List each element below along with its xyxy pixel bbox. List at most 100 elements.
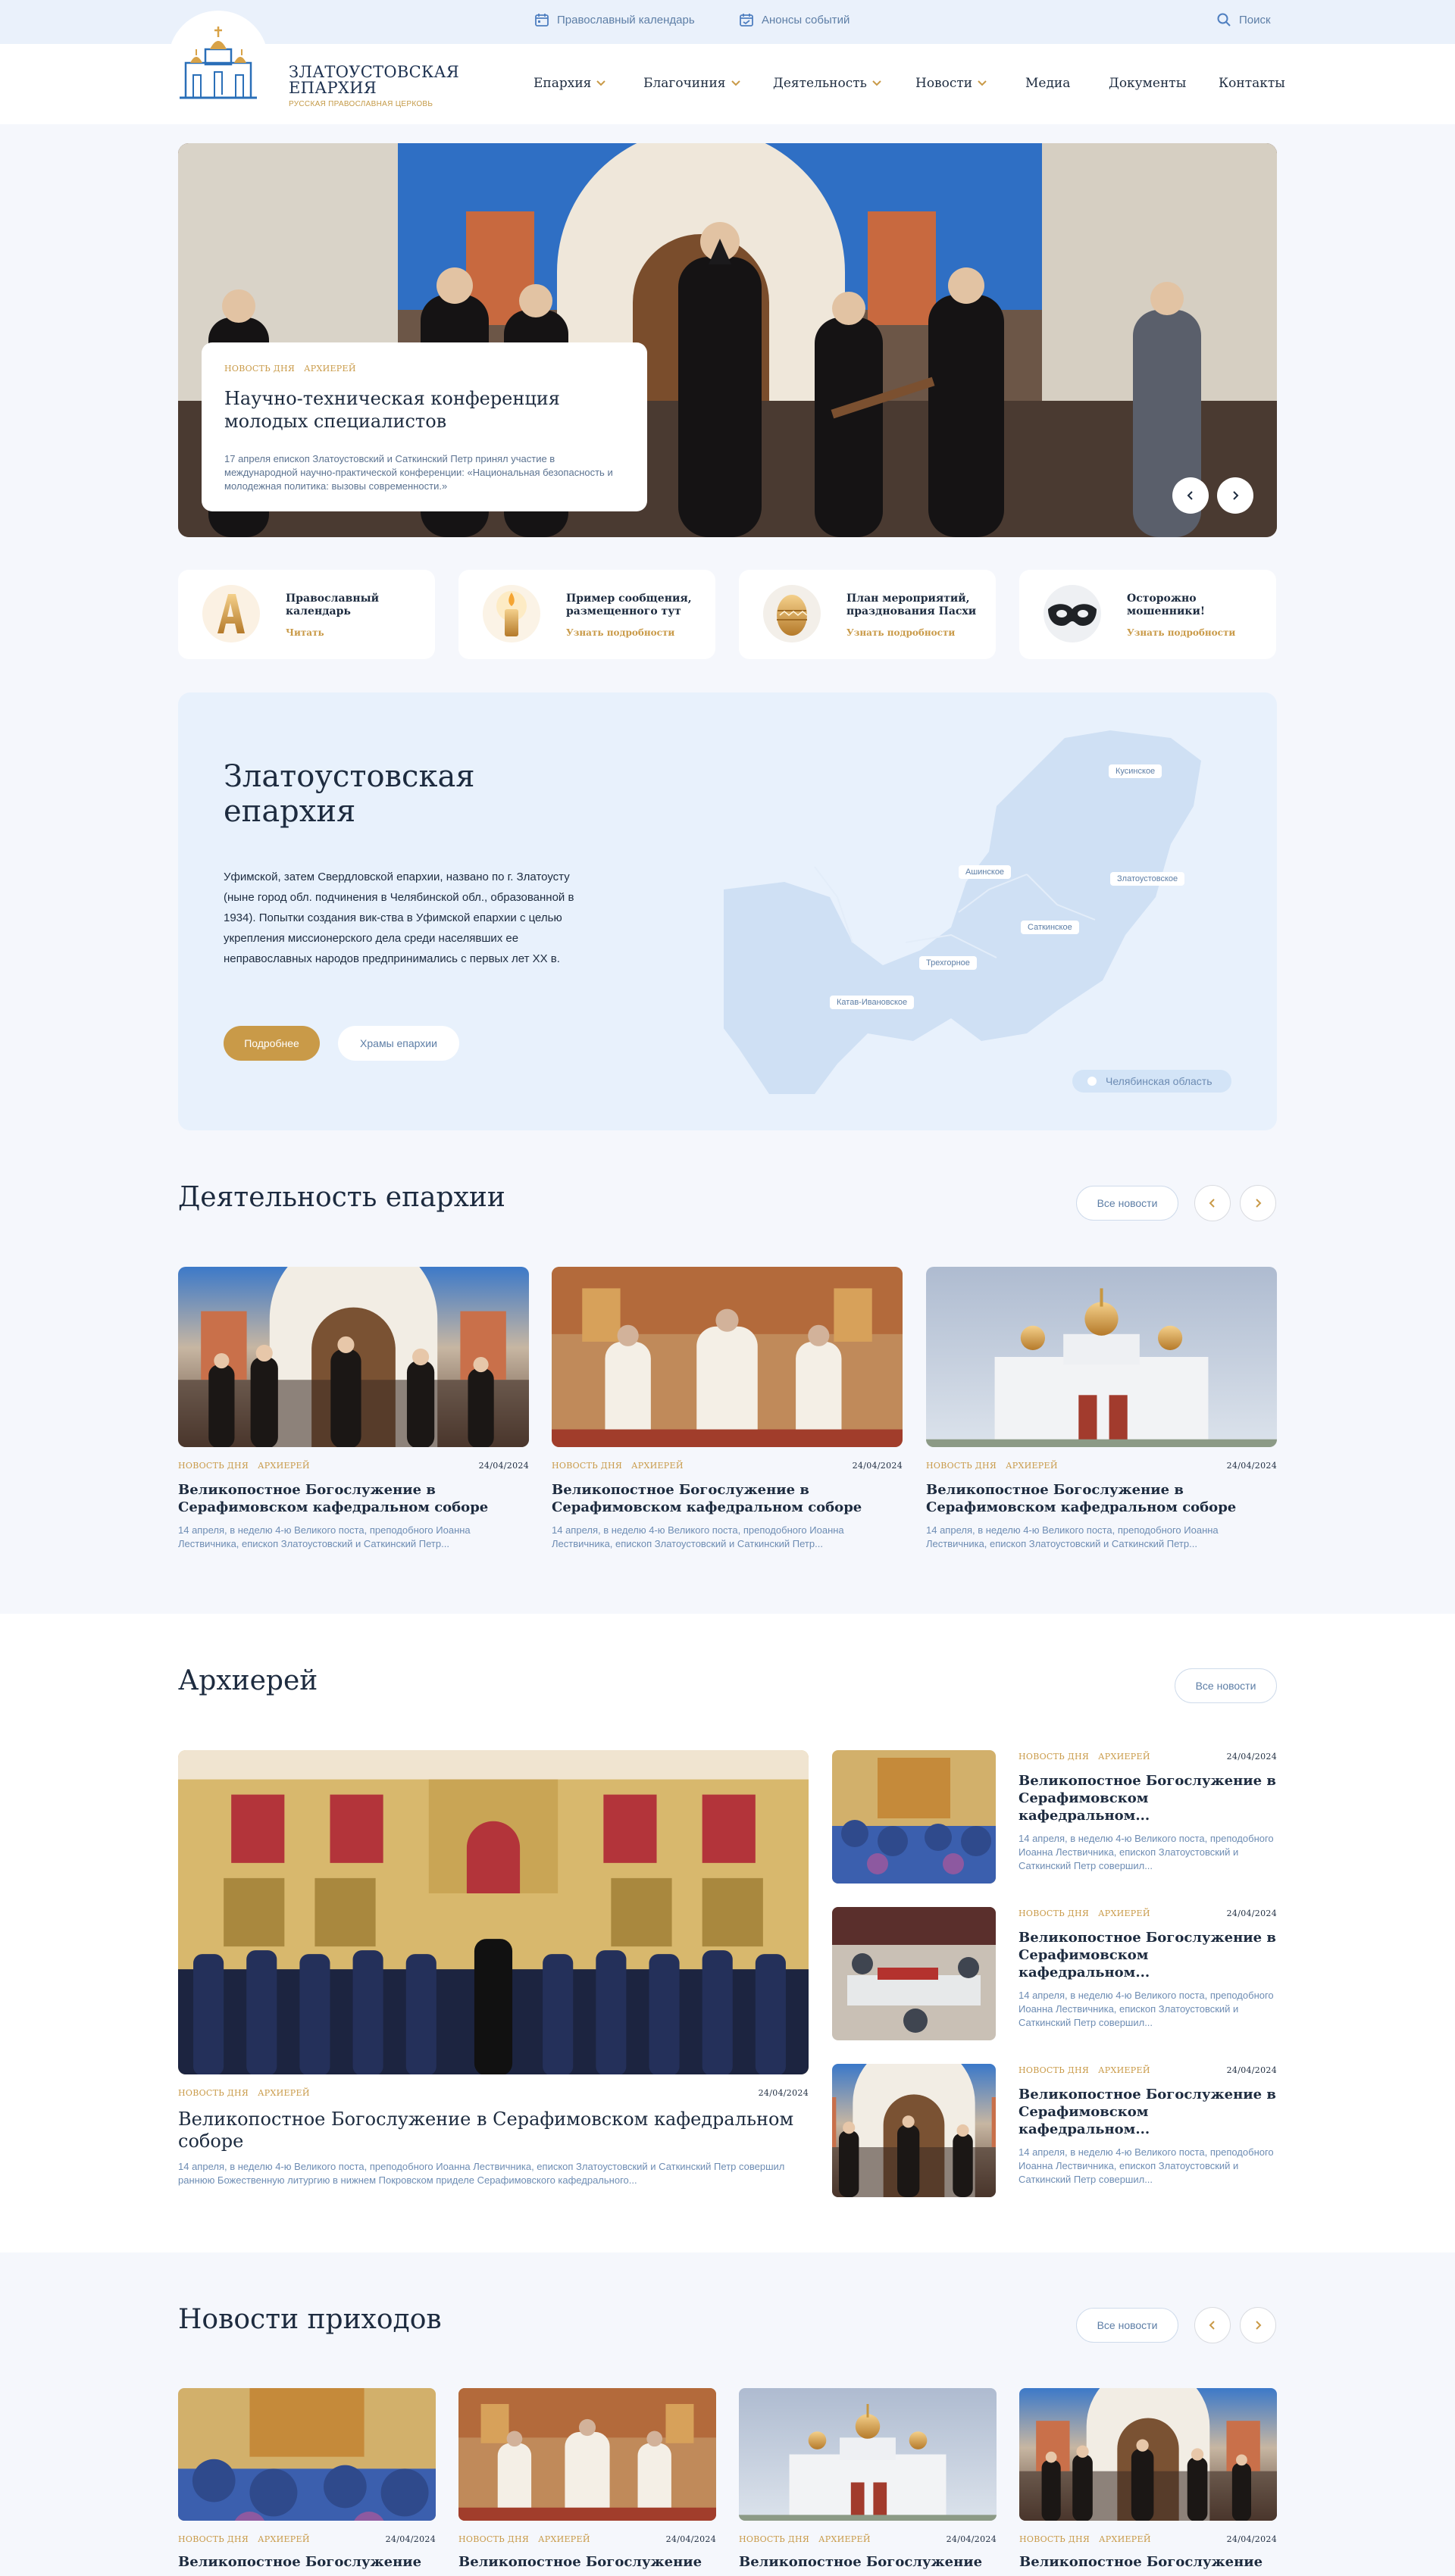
- map-label-ashinskoe[interactable]: Ашинское: [959, 865, 1012, 879]
- quick-card-title: Пример сообщения, размещенного тут: [566, 592, 692, 617]
- news-tag-bishop[interactable]: АРХИЕРЕЙ: [258, 1461, 310, 1471]
- quick-card-link[interactable]: Узнать подробности: [846, 627, 955, 638]
- news-tag-day[interactable]: НОВОСТЬ ДНЯ: [178, 2088, 249, 2098]
- news-tag-day[interactable]: НОВОСТЬ ДНЯ: [178, 1461, 249, 1471]
- news-description: 14 апреля, в неделю 4-ю Великого поста, …: [552, 1524, 844, 1549]
- news-title[interactable]: Великопостное Богослужение в Серафимовск…: [178, 2109, 809, 2152]
- map-label-kusinskoe[interactable]: Кусинское: [1109, 764, 1162, 778]
- news-title[interactable]: Великопостное Богослужение в Серафимовск…: [178, 1481, 529, 1516]
- parish-news-card[interactable]: НОВОСТЬ ДНЯ АРХИЕРЕЙ 24/04/2024 Великопост…: [1019, 2388, 1277, 2571]
- parish-all-news-button[interactable]: Все новости: [1076, 2308, 1178, 2343]
- news-date: 24/04/2024: [1226, 1909, 1277, 1918]
- hero-title[interactable]: Научно-техническая конференция молодых с…: [224, 387, 624, 433]
- news-title[interactable]: Великопостное Богослужение: [1019, 2553, 1277, 2571]
- news-tag-day[interactable]: НОВОСТЬ ДНЯ: [1019, 2534, 1090, 2544]
- news-tag-day[interactable]: НОВОСТЬ ДНЯ: [739, 2534, 809, 2544]
- bishop-side-news-card[interactable]: НОВОСТЬ ДНЯ АРХИЕРЕЙ 24/04/2024 Великопост…: [832, 2064, 1277, 2197]
- nav-item-activity[interactable]: Деятельность: [773, 76, 882, 91]
- quick-card-scam[interactable]: Осторожно мошенники! Узнать подробности: [1019, 570, 1276, 659]
- nav-item-documents[interactable]: Документы: [1109, 76, 1186, 91]
- news-date: 24/04/2024: [1226, 2065, 1277, 2075]
- quick-card-easter[interactable]: План мероприятий, празднования Пасхи Узн…: [739, 570, 996, 659]
- parish-next-button[interactable]: [1240, 2307, 1276, 2343]
- parish-prev-button[interactable]: [1194, 2307, 1231, 2343]
- nav-item-eparchy[interactable]: Епархия: [534, 76, 606, 91]
- about-title-line1: Златоустовская: [224, 759, 475, 794]
- nav-item-media[interactable]: Медиа: [1025, 76, 1070, 91]
- news-tag-bishop[interactable]: АРХИЕРЕЙ: [1098, 2065, 1150, 2075]
- legend-dot-icon: [1087, 1077, 1097, 1086]
- news-tag-day[interactable]: НОВОСТЬ ДНЯ: [1018, 1752, 1089, 1762]
- activity-news-card[interactable]: НОВОСТЬ ДНЯ АРХИЕРЕЙ 24/04/2024 Великопост…: [926, 1267, 1277, 1551]
- news-date: 24/04/2024: [758, 2088, 809, 2098]
- news-tag-day[interactable]: НОВОСТЬ ДНЯ: [1018, 1909, 1089, 1918]
- news-tag-day[interactable]: НОВОСТЬ ДНЯ: [552, 1461, 622, 1471]
- news-title[interactable]: Великопостное Богослужение: [458, 2553, 716, 2571]
- calendar-a-icon: [202, 585, 260, 642]
- hero-prev-button[interactable]: [1172, 477, 1209, 514]
- more-button[interactable]: Подробнее: [224, 1026, 320, 1061]
- hero-tag-day[interactable]: НОВОСТЬ ДНЯ: [224, 364, 295, 374]
- news-tag-day[interactable]: НОВОСТЬ ДНЯ: [178, 2534, 249, 2544]
- news-tag-bishop[interactable]: АРХИЕРЕЙ: [258, 2088, 310, 2098]
- news-tag-day[interactable]: НОВОСТЬ ДНЯ: [926, 1461, 997, 1471]
- news-photo: [832, 1750, 996, 1884]
- news-tag-bishop[interactable]: АРХИЕРЕЙ: [1098, 1909, 1150, 1918]
- parish-news-card[interactable]: НОВОСТЬ ДНЯ АРХИЕРЕЙ 24/04/2024 Великопост…: [458, 2388, 716, 2571]
- orthodox-calendar-link[interactable]: Православный календарь: [534, 12, 695, 27]
- hero-tag-bishop[interactable]: АРХИЕРЕЙ: [304, 364, 356, 374]
- nav-item-contacts[interactable]: Контакты: [1219, 76, 1285, 91]
- nav-item-deaneries[interactable]: Благочиния: [643, 76, 741, 91]
- map-label-trehgornoe[interactable]: Трехгорное: [919, 956, 977, 970]
- news-tag-bishop[interactable]: АРХИЕРЕЙ: [1006, 1461, 1058, 1471]
- map-label-satkinskoe[interactable]: Саткинское: [1021, 921, 1079, 934]
- quick-card-link[interactable]: Узнать подробности: [566, 627, 674, 638]
- logo[interactable]: [168, 11, 268, 111]
- eparchy-map[interactable]: [724, 723, 1239, 1117]
- bishop-side-news-card[interactable]: НОВОСТЬ ДНЯ АРХИЕРЕЙ 24/04/2024 Великопост…: [832, 1750, 1277, 1884]
- news-date: 24/04/2024: [385, 2534, 436, 2544]
- news-title[interactable]: Великопостное Богослужение в Серафимовск…: [1018, 1929, 1277, 1981]
- bishop-all-news-button[interactable]: Все новости: [1175, 1668, 1277, 1703]
- news-tag-bishop[interactable]: АРХИЕРЕЙ: [1099, 2534, 1151, 2544]
- quick-card-link[interactable]: Узнать подробности: [1127, 627, 1235, 638]
- activity-all-news-button[interactable]: Все новости: [1076, 1186, 1178, 1221]
- quick-card-link[interactable]: Читать: [286, 627, 324, 638]
- map-label-katav[interactable]: Катав-Ивановское: [830, 996, 915, 1009]
- news-date: 24/04/2024: [478, 1461, 529, 1471]
- activity-news-card[interactable]: НОВОСТЬ ДНЯ АРХИЕРЕЙ 24/04/2024 Великопост…: [552, 1267, 903, 1551]
- news-title[interactable]: Великопостное Богослужение в Серафимовск…: [1018, 2086, 1277, 2138]
- news-title[interactable]: Великопостное Богослужение: [178, 2553, 436, 2571]
- news-tag-day[interactable]: НОВОСТЬ ДНЯ: [458, 2534, 529, 2544]
- events-link[interactable]: Анонсы событий: [739, 12, 850, 27]
- parish-news-card[interactable]: НОВОСТЬ ДНЯ АРХИЕРЕЙ 24/04/2024 Великопост…: [739, 2388, 997, 2571]
- logo-title-line2: ЕПАРХИЯ: [289, 79, 377, 97]
- activity-next-button[interactable]: [1240, 1185, 1276, 1221]
- nav-item-news[interactable]: Новости: [915, 76, 987, 91]
- search-link[interactable]: Поиск: [1216, 12, 1271, 27]
- news-description: 14 апреля, в неделю 4-ю Великого поста, …: [178, 2161, 785, 2186]
- activity-prev-button[interactable]: [1194, 1185, 1231, 1221]
- quick-card-calendar[interactable]: Православный календарь Читать: [178, 570, 435, 659]
- news-title[interactable]: Великопостное Богослужение: [739, 2553, 997, 2571]
- bishop-main-news-card[interactable]: НОВОСТЬ ДНЯ АРХИЕРЕЙ 24/04/2024 Великопост…: [178, 1750, 809, 2187]
- news-tag-bishop[interactable]: АРХИЕРЕЙ: [538, 2534, 590, 2544]
- news-title[interactable]: Великопостное Богослужение в Серафимовск…: [1018, 1772, 1277, 1824]
- news-tag-bishop[interactable]: АРХИЕРЕЙ: [631, 1461, 684, 1471]
- calendar-icon: [535, 14, 549, 27]
- news-title[interactable]: Великопостное Богослужение в Серафимовск…: [926, 1481, 1277, 1516]
- parish-news-card[interactable]: НОВОСТЬ ДНЯ АРХИЕРЕЙ 24/04/2024 Великопост…: [178, 2388, 436, 2571]
- news-tag-bishop[interactable]: АРХИЕРЕЙ: [258, 2534, 310, 2544]
- temples-button[interactable]: Храмы епархии: [338, 1026, 459, 1061]
- news-tag-bishop[interactable]: АРХИЕРЕЙ: [1098, 1752, 1150, 1762]
- quick-card-message[interactable]: Пример сообщения, размещенного тут Узнат…: [458, 570, 715, 659]
- news-title[interactable]: Великопостное Богослужение в Серафимовск…: [552, 1481, 903, 1516]
- chevron-right-icon: [1233, 491, 1239, 500]
- activity-news-card[interactable]: НОВОСТЬ ДНЯ АРХИЕРЕЙ 24/04/2024 Великопост…: [178, 1267, 529, 1551]
- map-label-zlatoustovskoe[interactable]: Златоустовское: [1110, 872, 1185, 886]
- news-tag-day[interactable]: НОВОСТЬ ДНЯ: [1018, 2065, 1089, 2075]
- hero-next-button[interactable]: [1217, 477, 1253, 514]
- hero-caption-card[interactable]: НОВОСТЬ ДНЯ АРХИЕРЕЙ Научно-техническая к…: [202, 342, 647, 511]
- news-tag-bishop[interactable]: АРХИЕРЕЙ: [818, 2534, 871, 2544]
- bishop-side-news-card[interactable]: НОВОСТЬ ДНЯ АРХИЕРЕЙ 24/04/2024 Великопост…: [832, 1907, 1277, 2040]
